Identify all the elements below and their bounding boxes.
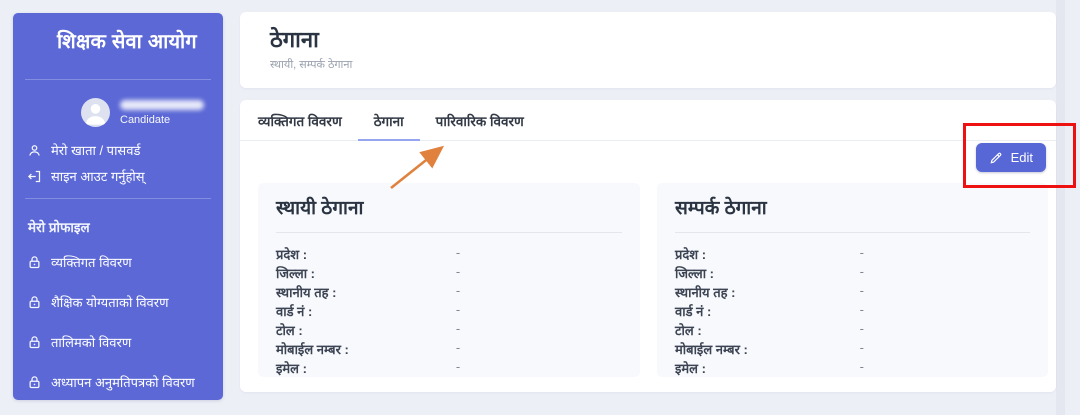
field-row-local-level: स्थानीय तह : - xyxy=(276,283,622,302)
field-row-ward: वार्ड नं : - xyxy=(675,302,1030,321)
permanent-address-panel: स्थायी ठेगाना प्रदेश : - जिल्ला : - स्था… xyxy=(258,183,640,377)
sidebar-item-label: तालिमको विवरण xyxy=(51,335,132,350)
field-label: टोल : xyxy=(675,323,702,338)
tab-family-details[interactable]: पारिवारिक विवरण xyxy=(420,100,540,141)
field-row-mobile: मोबाईल नम्बर : - xyxy=(276,340,622,359)
user-card: Candidate xyxy=(81,98,211,127)
field-value: - xyxy=(859,359,864,374)
page-subtitle: स्थायी, सम्पर्क ठेगाना xyxy=(270,59,353,71)
field-row-province: प्रदेश : - xyxy=(276,245,622,264)
field-value: - xyxy=(859,302,864,317)
field-row-email: इमेल : - xyxy=(675,359,1030,378)
tab-bar: व्यक्तिगत विवरण ठेगाना पारिवारिक विवरण xyxy=(240,100,1056,141)
field-row-email: इमेल : - xyxy=(276,359,622,378)
sidebar-item-training-details[interactable]: तालिमको विवरण xyxy=(13,322,223,362)
sidebar-item-teaching-license-details[interactable]: अध्यापन अनुमतिपत्रको विवरण xyxy=(13,362,223,402)
field-value: - xyxy=(455,302,461,317)
page: शिक्षक सेवा आयोग Candidate मेरो खाता / प… xyxy=(0,0,1080,415)
avatar xyxy=(81,98,110,127)
sidebar: शिक्षक सेवा आयोग Candidate मेरो खाता / प… xyxy=(13,13,223,400)
edit-button[interactable]: Edit xyxy=(975,143,1046,172)
field-row-district: जिल्ला : - xyxy=(675,264,1030,283)
edit-button-label: Edit xyxy=(1010,150,1033,165)
account-menu: मेरो खाता / पासवर्ड साइन आउट गर्नुहोस् xyxy=(13,137,223,189)
field-row-district: जिल्ला : - xyxy=(276,264,622,283)
sidebar-item-label: शैक्षिक योग्यताको विवरण xyxy=(51,295,169,310)
field-row-ward: वार्ड नं : - xyxy=(276,302,622,321)
page-header-card: ठेगाना स्थायी, सम्पर्क ठेगाना xyxy=(240,12,1056,88)
field-value: - xyxy=(455,340,461,355)
tab-address[interactable]: ठेगाना xyxy=(357,100,420,141)
lock-icon xyxy=(27,255,42,270)
sidebar-item-label: अध्यापन अनुमतिपत्रको विवरण xyxy=(51,375,195,390)
sidebar-item-education-details[interactable]: शैक्षिक योग्यताको विवरण xyxy=(13,282,223,322)
user-role-label: Candidate xyxy=(120,113,171,126)
field-label: मोबाईल नम्बर : xyxy=(276,342,349,357)
field-label: वार्ड नं : xyxy=(276,304,313,319)
user-email-redacted xyxy=(120,99,204,110)
tab-personal-details[interactable]: व्यक्तिगत विवरण xyxy=(242,100,358,141)
field-label: प्रदेश : xyxy=(675,247,707,262)
field-label: इमेल : xyxy=(276,361,307,376)
field-label: इमेल : xyxy=(675,361,706,376)
sidebar-section-label: मेरो प्रोफाइल xyxy=(28,220,90,235)
app-title: शिक्षक सेवा आयोग xyxy=(57,31,197,53)
field-label: जिल्ला : xyxy=(675,266,714,281)
field-value: - xyxy=(455,283,461,298)
field-label: स्थानीय तह : xyxy=(276,285,337,300)
divider xyxy=(675,232,1030,233)
sidebar-item-sign-out[interactable]: साइन आउट गर्नुहोस् xyxy=(13,163,223,189)
field-value: - xyxy=(455,264,461,279)
divider xyxy=(276,232,622,233)
panel-title: स्थायी ठेगाना xyxy=(276,198,364,219)
field-row-mobile: मोबाईल नम्बर : - xyxy=(675,340,1030,359)
field-row-tole: टोल : - xyxy=(675,321,1030,340)
field-label: स्थानीय तह : xyxy=(675,285,736,300)
sidebar-item-label: व्यक्तिगत विवरण xyxy=(51,255,132,270)
field-value: - xyxy=(859,321,864,336)
sidebar-item-label: साइन आउट गर्नुहोस् xyxy=(51,169,145,184)
field-row-province: प्रदेश : - xyxy=(675,245,1030,264)
field-value: - xyxy=(455,321,461,336)
lock-icon xyxy=(27,375,42,390)
logout-icon xyxy=(27,169,42,184)
sidebar-item-label: मेरो खाता / पासवर्ड xyxy=(51,143,141,158)
field-value: - xyxy=(859,340,864,355)
divider xyxy=(25,198,211,199)
sidebar-item-personal-details[interactable]: व्यक्तिगत विवरण xyxy=(13,242,223,282)
field-label: टोल : xyxy=(276,323,303,338)
field-label: प्रदेश : xyxy=(276,247,308,262)
scrollbar-track[interactable] xyxy=(1056,0,1065,415)
field-value: - xyxy=(455,359,461,374)
person-icon xyxy=(27,143,42,158)
panel-title: सम्पर्क ठेगाना xyxy=(675,198,767,219)
sidebar-item-account-password[interactable]: मेरो खाता / पासवर्ड xyxy=(13,137,223,163)
divider xyxy=(25,79,211,80)
lock-icon xyxy=(27,295,42,310)
page-title: ठेगाना xyxy=(270,27,319,52)
person-silhouette-icon xyxy=(85,104,106,125)
field-value: - xyxy=(859,283,864,298)
profile-menu: व्यक्तिगत विवरण शैक्षिक योग्यताको विवरण … xyxy=(13,242,223,402)
pencil-icon xyxy=(989,151,1003,165)
field-label: वार्ड नं : xyxy=(675,304,712,319)
field-label: जिल्ला : xyxy=(276,266,315,281)
field-row-local-level: स्थानीय तह : - xyxy=(675,283,1030,302)
field-value: - xyxy=(859,245,864,260)
field-row-tole: टोल : - xyxy=(276,321,622,340)
lock-icon xyxy=(27,335,42,350)
content-card: व्यक्तिगत विवरण ठेगाना पारिवारिक विवरण E… xyxy=(240,100,1056,392)
contact-address-panel: सम्पर्क ठेगाना प्रदेश : - जिल्ला : - स्थ… xyxy=(657,183,1048,377)
field-label: मोबाईल नम्बर : xyxy=(675,342,748,357)
field-value: - xyxy=(455,245,461,260)
field-value: - xyxy=(859,264,864,279)
